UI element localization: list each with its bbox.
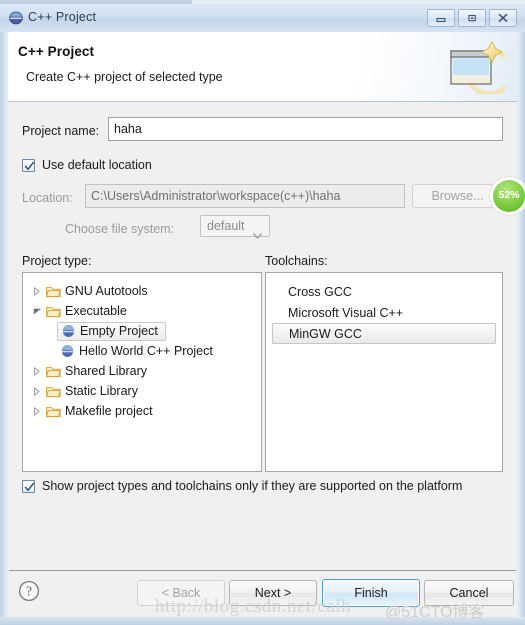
- toolchain-item-cross-gcc[interactable]: Cross GCC: [266, 281, 502, 302]
- project-type-item-gnu-autotools[interactable]: GNU Autotools: [29, 281, 261, 301]
- new-project-window-icon: [447, 40, 514, 97]
- chevron-down-icon[interactable]: [29, 303, 45, 319]
- file-system-select[interactable]: default: [200, 215, 270, 239]
- toolchain-item-label: MinGW GCC: [289, 326, 362, 341]
- window-frame-bottom: [0, 617, 525, 625]
- checkbox-checked-icon: [22, 479, 35, 493]
- window-frame-right: [517, 4, 525, 625]
- title-bar[interactable]: C++ Project: [0, 4, 525, 32]
- selected-item-highlight: Empty Project: [57, 321, 166, 341]
- toolchain-item-microsoft-visual-cpp[interactable]: Microsoft Visual C++: [266, 302, 502, 323]
- project-type-item-label: Executable: [65, 304, 127, 318]
- back-button[interactable]: < Back: [137, 580, 225, 606]
- window-controls: [427, 9, 517, 27]
- project-type-item-label: Hello World C++ Project: [79, 344, 213, 358]
- project-name-label: Project name:: [22, 124, 100, 138]
- project-type-item-label: Shared Library: [65, 364, 147, 378]
- chevron-right-icon[interactable]: [29, 403, 45, 419]
- folder-icon: [45, 303, 62, 319]
- cancel-button[interactable]: Cancel: [424, 580, 514, 606]
- chevron-right-icon[interactable]: [29, 283, 45, 299]
- window-frame-left: [0, 4, 8, 625]
- page-title: C++ Project: [18, 44, 95, 59]
- window-title: C++ Project: [28, 10, 97, 24]
- next-button[interactable]: Next >: [229, 580, 317, 606]
- minimize-icon[interactable]: [427, 9, 455, 27]
- chevron-right-icon[interactable]: [29, 383, 45, 399]
- footer-divider: [9, 570, 516, 571]
- project-type-item-label: Static Library: [65, 384, 138, 398]
- project-type-item-makefile-project[interactable]: Makefile project: [29, 401, 261, 421]
- progress-badge: 52%: [489, 176, 525, 216]
- sphere-icon: [9, 11, 23, 25]
- choose-file-system-label: Choose file system:: [65, 222, 175, 236]
- project-type-item-hello-world[interactable]: Hello World C++ Project: [29, 341, 261, 361]
- folder-icon: [45, 403, 62, 419]
- project-type-item-label: GNU Autotools: [65, 284, 148, 298]
- use-default-location-checkbox[interactable]: Use default location: [22, 158, 152, 172]
- toolchains-list[interactable]: Cross GCC Microsoft Visual C++ MinGW GCC: [265, 272, 503, 472]
- sphere-icon: [59, 343, 76, 359]
- location-label: Location:: [22, 191, 73, 205]
- close-icon[interactable]: [489, 9, 517, 27]
- folder-icon: [45, 363, 62, 379]
- project-type-item-executable[interactable]: Executable: [29, 301, 261, 321]
- finish-button[interactable]: Finish: [322, 579, 420, 607]
- toolchains-items: Cross GCC Microsoft Visual C++ MinGW GCC: [266, 273, 502, 344]
- svg-text:?: ?: [26, 584, 32, 599]
- sphere-icon: [60, 323, 77, 339]
- project-name-input[interactable]: haha: [108, 117, 503, 141]
- show-supported-label: Show project types and toolchains only i…: [42, 479, 463, 493]
- use-default-location-label: Use default location: [42, 158, 152, 172]
- file-system-value: default: [207, 219, 245, 233]
- progress-badge-value: 52%: [498, 189, 520, 201]
- wizard-content: Project name: haha Use default location …: [9, 103, 516, 570]
- toolchain-item-label: Microsoft Visual C++: [288, 305, 404, 320]
- chevron-down-icon: [252, 225, 263, 245]
- cpp-project-wizard-window: C++ Project C++ Project Create C++ proje…: [0, 4, 525, 625]
- show-supported-checkbox[interactable]: Show project types and toolchains only i…: [22, 479, 462, 493]
- help-question-icon[interactable]: ?: [18, 580, 40, 602]
- wizard-footer: ? < Back Next > Finish Cancel: [9, 570, 516, 617]
- project-type-item-static-library[interactable]: Static Library: [29, 381, 261, 401]
- folder-icon: [45, 283, 62, 299]
- toolchains-caption: Toolchains:: [265, 254, 328, 268]
- project-type-caption: Project type:: [22, 254, 92, 268]
- page-subtitle: Create C++ project of selected type: [26, 70, 223, 84]
- checkbox-checked-icon: [22, 158, 35, 172]
- project-type-item-label: Empty Project: [80, 324, 158, 338]
- progress-badge-circle: 52%: [493, 180, 525, 212]
- folder-icon: [45, 383, 62, 399]
- project-type-list[interactable]: GNU Autotools Executable Empty Project H…: [22, 272, 262, 472]
- project-type-items: GNU Autotools Executable Empty Project H…: [23, 273, 261, 421]
- toolchain-item-mingw-gcc[interactable]: MinGW GCC: [272, 323, 496, 344]
- chevron-right-icon[interactable]: [29, 363, 45, 379]
- location-input[interactable]: C:\Users\Administrator\workspace(c++)\ha…: [85, 184, 405, 208]
- wizard-header: C++ Project Create C++ project of select…: [8, 32, 517, 102]
- project-type-item-empty-project[interactable]: Empty Project: [29, 321, 261, 341]
- toolchain-item-label: Cross GCC: [288, 284, 352, 299]
- project-type-item-shared-library[interactable]: Shared Library: [29, 361, 261, 381]
- restore-icon[interactable]: [458, 9, 486, 27]
- project-type-item-label: Makefile project: [65, 404, 153, 418]
